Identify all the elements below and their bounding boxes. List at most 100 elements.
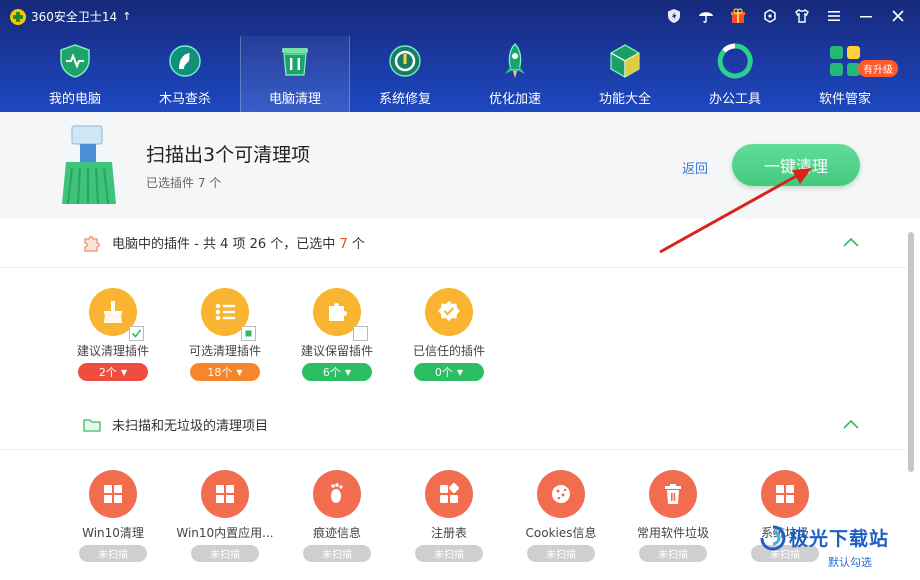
registry-icon — [425, 470, 473, 518]
windows-icon — [89, 470, 137, 518]
count-dropdown[interactable]: 18个 ▼ — [190, 363, 260, 381]
nav-label: 木马查杀 — [158, 92, 211, 107]
close-icon[interactable] — [884, 4, 912, 28]
nav-item-optimize[interactable]: 优化加速 — [460, 36, 570, 112]
plugin-card-trusted[interactable]: 已信任的插件 0个 ▼ — [393, 288, 505, 381]
caret-down-icon: ▼ — [456, 367, 464, 377]
plugins-title-suffix: 个 — [347, 237, 365, 252]
app-logo-icon — [10, 8, 26, 25]
count-value: 6个 — [322, 366, 341, 379]
clean-item-win10-builtin[interactable]: Win10内置应用... 未扫描 — [169, 470, 281, 562]
window-controls — [660, 4, 912, 28]
clean-item-traces[interactable]: 痕迹信息 未扫描 — [281, 470, 393, 562]
card-label: 建议清理插件 — [76, 344, 149, 358]
count-dropdown[interactable]: 2个 ▼ — [78, 363, 148, 381]
clean-item-software-junk[interactable]: 常用软件垃圾 未扫描 — [617, 470, 729, 562]
card-label: 痕迹信息 — [312, 526, 361, 540]
count-dropdown[interactable]: 6个 ▼ — [302, 363, 372, 381]
status-badge: 未扫描 — [79, 545, 147, 562]
windows-icon — [761, 470, 809, 518]
plugin-card-recommend-keep[interactable]: 建议保留插件 6个 ▼ — [281, 288, 393, 381]
count-value: 0个 — [434, 366, 453, 379]
nav-item-my-computer[interactable]: 我的电脑 — [20, 36, 130, 112]
upgrade-badge: 有升级 — [858, 60, 898, 77]
cookie-icon — [537, 470, 585, 518]
windows-icon — [201, 470, 249, 518]
annotation-arrow-icon — [659, 168, 812, 254]
ring-icon — [716, 42, 754, 80]
plugin-card-recommend-clean[interactable]: 建议清理插件 2个 ▼ — [57, 288, 169, 381]
nav-item-system-repair[interactable]: 系统修复 — [350, 36, 460, 112]
caret-down-icon: ▼ — [344, 367, 352, 377]
umbrella-icon[interactable] — [692, 4, 720, 28]
nav-item-trojan-scan[interactable]: 木马查杀 — [130, 36, 240, 112]
nav-item-features[interactable]: 功能大全 — [570, 36, 680, 112]
rocket-icon — [496, 42, 534, 80]
nav-item-office-tools[interactable]: 办公工具 — [680, 36, 790, 112]
card-label: Cookies信息 — [525, 526, 597, 540]
bin-icon — [649, 470, 697, 518]
card-label: 建议保留插件 — [300, 344, 373, 358]
watermark-text: 极光下载站 — [789, 528, 890, 550]
plugin-card-optional-clean[interactable]: 可选清理插件 18个 ▼ — [169, 288, 281, 381]
puzzle-icon — [82, 233, 102, 253]
selected-plugins-count: 已选插件 7 个 — [146, 176, 222, 190]
status-badge: 未扫描 — [527, 545, 595, 562]
nav-item-pc-cleanup[interactable]: 电脑清理 — [240, 36, 350, 112]
broom-plugin-icon — [89, 288, 144, 341]
card-label: Win10清理 — [82, 526, 144, 540]
gift-icon[interactable] — [724, 4, 752, 28]
clean-item-cookies[interactable]: Cookies信息 未扫描 — [505, 470, 617, 562]
chevron-up-icon[interactable] — [842, 234, 860, 252]
plugins-title-prefix: 电脑中的插件 - 共 4 项 26 个，已选中 — [112, 237, 340, 252]
scan-result-title: 扫描出3个可清理项 — [146, 144, 311, 166]
repair-icon — [386, 42, 424, 80]
clean-item-registry[interactable]: 注册表 未扫描 — [393, 470, 505, 562]
checkbox-unchecked[interactable] — [353, 326, 368, 341]
status-badge: 未扫描 — [415, 545, 483, 562]
caret-down-icon: ▼ — [236, 367, 243, 377]
vertical-scrollbar[interactable] — [907, 228, 915, 578]
plugins-selected-count: 7 — [339, 237, 348, 252]
app-title: 360安全卫士14 ↑ — [10, 8, 131, 25]
card-label: Win10内置应用... — [176, 526, 274, 540]
broom-icon — [60, 124, 118, 206]
shield-icon[interactable] — [660, 4, 688, 28]
watermark: 极光下载站 — [760, 524, 889, 551]
count-value: 2个 — [98, 366, 117, 379]
watermark-logo-icon — [760, 525, 786, 551]
status-badge: 未扫描 — [303, 545, 371, 562]
refresh-icon[interactable] — [756, 4, 784, 28]
watermark-subtext: 默认勾选 — [828, 556, 872, 569]
app-title-text: 360安全卫士14 — [31, 10, 118, 24]
top-bar: 360安全卫士14 ↑ 我的电脑 木马查杀 电脑清理 系统修复 优化加速 功能大… — [0, 0, 920, 112]
nav-label: 我的电脑 — [48, 92, 101, 107]
minimize-icon[interactable] — [852, 4, 880, 28]
update-arrow-icon[interactable]: ↑ — [122, 10, 131, 23]
checkbox-checked[interactable] — [129, 326, 144, 341]
checkbox-partial[interactable] — [241, 326, 256, 341]
nav-label: 电脑清理 — [268, 92, 321, 107]
status-badge: 未扫描 — [639, 545, 707, 562]
folder-icon — [82, 415, 102, 435]
nav-label: 办公工具 — [708, 92, 761, 107]
count-dropdown[interactable]: 0个 ▼ — [414, 363, 484, 381]
plugins-section-title: 电脑中的插件 - 共 4 项 26 个，已选中 7 个 — [112, 233, 365, 252]
skin-icon[interactable] — [788, 4, 816, 28]
clean-item-win10[interactable]: Win10清理 未扫描 — [57, 470, 169, 562]
card-label: 常用软件垃圾 — [636, 526, 709, 540]
trash-icon — [276, 42, 314, 80]
list-plugin-icon — [201, 288, 256, 341]
cube-icon — [606, 42, 644, 80]
badge-check-icon — [425, 288, 473, 336]
unscanned-section-header[interactable]: 未扫描和无垃圾的清理项目 — [0, 400, 906, 450]
caret-down-icon: ▼ — [120, 367, 128, 377]
menu-icon[interactable] — [820, 4, 848, 28]
puzzle-plugin-icon — [313, 288, 368, 341]
nav-item-software-manager[interactable]: 软件管家 有升级 — [790, 36, 900, 112]
card-label: 已信任的插件 — [412, 344, 485, 358]
chevron-up-icon[interactable] — [842, 416, 860, 434]
count-value: 18个 — [207, 366, 233, 379]
scrollbar-thumb[interactable] — [908, 232, 914, 472]
nav-label: 软件管家 — [818, 92, 871, 107]
